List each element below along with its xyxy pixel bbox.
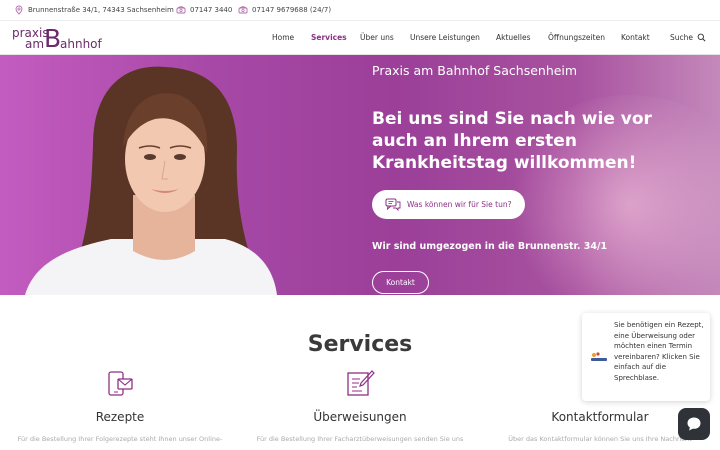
service-desc-ueberweisungen: Für die Bestellung Ihrer Facharztüberwei… <box>256 435 464 443</box>
location-pin-icon <box>15 5 23 15</box>
top-info-bar: Brunnenstraße 34/1, 74343 Sachsenheim 07… <box>0 0 720 21</box>
logo[interactable]: praxis am B ahnhof <box>12 25 107 51</box>
hero-portrait-image <box>25 66 277 295</box>
logo-text-am: am <box>25 37 45 51</box>
logo-text-b: B <box>44 24 62 53</box>
logo-text-ahnhof: ahnhof <box>60 37 102 51</box>
chat-launcher-button[interactable] <box>678 408 710 440</box>
chat-bubble-icon <box>687 417 701 431</box>
speech-bubbles-icon <box>385 198 401 211</box>
phone-icon <box>176 6 186 14</box>
search-button[interactable]: Suche <box>670 33 706 42</box>
hero-subtitle: Praxis am Bahnhof Sachsenheim <box>372 63 578 78</box>
service-card-ueberweisungen[interactable]: Überweisungen Für die Bestellung Ihrer F… <box>250 368 470 444</box>
chat-prompt-text: Sie benötigen ein Rezept, eine Überweisu… <box>614 321 704 382</box>
phone-info[interactable]: 07147 3440 <box>176 5 232 15</box>
phone-icon <box>238 6 248 14</box>
nav-item-unsere-leistungen[interactable]: Unsere Leistungen <box>410 33 480 42</box>
service-title-rezepte: Rezepte <box>95 410 145 424</box>
main-navigation: praxis am B ahnhof Home Services Über un… <box>0 21 720 55</box>
address-info: Brunnenstraße 34/1, 74343 Sachsenheim <box>14 5 174 15</box>
what-can-we-do-button[interactable]: Was können wir für Sie tun? <box>372 190 525 219</box>
nav-item-home[interactable]: Home <box>272 33 294 42</box>
hero-contact-label: Kontakt <box>386 278 415 287</box>
prescription-phone-icon <box>108 371 133 396</box>
nav-item-aktuelles[interactable]: Aktuelles <box>496 33 530 42</box>
service-title-kontaktformular: Kontaktformular <box>551 410 649 424</box>
address-text: Brunnenstraße 34/1, 74343 Sachsenheim <box>28 6 174 14</box>
emergency-phone-info[interactable]: 07147 9679688 (24/7) <box>238 5 331 15</box>
emergency-phone-text[interactable]: 07147 9679688 (24/7) <box>252 6 331 14</box>
nav-item-ueber-uns[interactable]: Über uns <box>360 33 394 42</box>
service-desc-rezepte: Für die Bestellung Ihrer Folgerezepte st… <box>17 435 223 443</box>
service-desc-kontaktformular: Über das Kontaktformular können Sie uns … <box>508 435 692 443</box>
phone-text[interactable]: 07147 3440 <box>190 6 232 14</box>
nav-item-services[interactable]: Services <box>311 33 347 42</box>
referral-form-icon <box>347 370 375 396</box>
search-label: Suche <box>670 33 694 42</box>
chat-prompt-popup[interactable]: Sie benötigen ein Rezept, eine Überweisu… <box>582 313 710 401</box>
practice-logo-icon <box>591 352 607 361</box>
service-title-ueberweisungen: Überweisungen <box>313 410 407 424</box>
hero-title: Bei uns sind Sie nach wie vor auch an Ih… <box>372 109 652 173</box>
nav-item-oeffnungszeiten[interactable]: Öffnungszeiten <box>548 33 605 42</box>
service-card-rezepte[interactable]: Rezepte Für die Bestellung Ihrer Folgere… <box>10 368 230 444</box>
what-can-we-do-label: Was können wir für Sie tun? <box>407 200 512 209</box>
hero-banner: Praxis am Bahnhof Sachsenheim Bei uns si… <box>0 55 720 295</box>
nav-item-kontakt[interactable]: Kontakt <box>621 33 650 42</box>
search-icon <box>697 33 706 42</box>
moved-notice: Wir sind umgezogen in die Brunnenstr. 34… <box>372 241 608 252</box>
hero-contact-button[interactable]: Kontakt <box>372 271 429 294</box>
